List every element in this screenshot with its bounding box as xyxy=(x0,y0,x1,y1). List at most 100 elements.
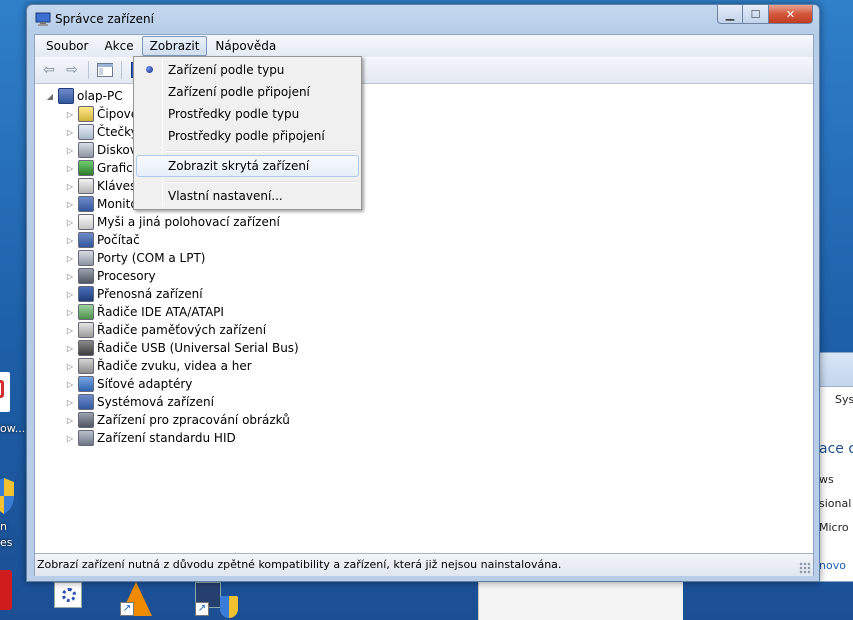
expand-triangle-icon[interactable]: ▷ xyxy=(65,164,75,173)
tree-item[interactable]: ▷ Kláves xyxy=(65,177,136,195)
tree-item-label: Zařízení standardu HID xyxy=(97,431,236,445)
expand-triangle-icon[interactable]: ▷ xyxy=(65,110,75,119)
network-adapter-icon xyxy=(78,376,94,392)
tree-item[interactable]: ▷ Řadiče IDE ATA/ATAPI xyxy=(65,303,224,321)
taskbar-icons: ↗ ↗ xyxy=(50,582,250,620)
view-menu-dropdown: Zařízení podle typu Zařízení podle připo… xyxy=(133,56,362,210)
forward-arrow-icon: ⇨ xyxy=(66,62,78,78)
uac-shield-icon xyxy=(220,596,238,618)
tree-item[interactable]: ▷ Čtečky xyxy=(65,123,138,141)
ide-controller-icon xyxy=(78,304,94,320)
usb-icon xyxy=(78,340,94,356)
expand-triangle-icon[interactable]: ▷ xyxy=(65,308,75,317)
tree-item[interactable]: ▷ Počítač xyxy=(65,231,140,249)
maximize-button[interactable]: ☐ xyxy=(743,5,769,24)
expand-triangle-icon[interactable]: ▷ xyxy=(65,272,75,281)
menu-item-devices-by-type[interactable]: Zařízení podle typu xyxy=(136,59,359,81)
menu-item-resources-by-connection[interactable]: Prostředky podle připojení xyxy=(136,125,359,147)
caption-buttons: ▁ ☐ ✕ xyxy=(717,5,813,24)
background-text-2: ace o xyxy=(819,441,853,457)
tree-item-label: Přenosná zařízení xyxy=(97,287,203,301)
hid-icon xyxy=(78,430,94,446)
device-manager-shortcut-icon[interactable] xyxy=(54,582,82,608)
tree-item[interactable]: ▷ Řadiče zvuku, videa a her xyxy=(65,357,252,375)
expand-triangle-icon[interactable]: ▷ xyxy=(65,218,75,227)
expand-triangle-icon[interactable]: ▷ xyxy=(65,434,75,443)
tree-item[interactable]: ▷ Monito xyxy=(65,195,138,213)
expand-triangle-icon[interactable]: ▷ xyxy=(65,380,75,389)
tree-item-label: Zařízení pro zpracování obrázků xyxy=(97,413,290,427)
menu-view[interactable]: Zobrazit xyxy=(141,36,208,56)
expand-triangle-icon[interactable]: ▷ xyxy=(65,128,75,137)
keyboard-icon xyxy=(78,178,94,194)
expand-triangle-icon[interactable]: ▷ xyxy=(65,236,75,245)
shield-desktop-icon[interactable] xyxy=(0,478,14,516)
expand-triangle-icon[interactable]: ▷ xyxy=(65,398,75,407)
expand-triangle-icon[interactable]: ▷ xyxy=(65,290,75,299)
tree-item[interactable]: ▷ Grafick xyxy=(65,159,140,177)
pdf-desktop-icon[interactable] xyxy=(0,372,10,412)
tree-item[interactable]: ▷ Síťové adaptéry xyxy=(65,375,192,393)
window-title: Správce zařízení xyxy=(55,12,154,26)
tree-item-label: Řadiče USB (Universal Serial Bus) xyxy=(97,341,299,355)
expand-triangle-icon[interactable]: ▷ xyxy=(65,146,75,155)
background-panel xyxy=(478,582,683,620)
expand-triangle-icon[interactable]: ▷ xyxy=(65,362,75,371)
menu-file[interactable]: Soubor xyxy=(38,36,96,56)
sound-icon xyxy=(78,358,94,374)
tree-item[interactable]: ▷ Myši a jiná polohovací zařízení xyxy=(65,213,280,231)
tree-item-label: Procesory xyxy=(97,269,156,283)
port-icon xyxy=(78,250,94,266)
tree-item[interactable]: ▷ Řadiče USB (Universal Serial Bus) xyxy=(65,339,299,357)
tree-item[interactable]: ▷ Zařízení pro zpracování obrázků xyxy=(65,411,290,429)
menu-item-label: Zařízení podle připojení xyxy=(168,85,310,99)
tree-root[interactable]: ◢ olap-PC xyxy=(45,87,123,105)
menu-item-show-hidden-devices[interactable]: Zobrazit skrytá zařízení xyxy=(136,155,359,177)
collapse-triangle-icon[interactable]: ◢ xyxy=(45,92,55,101)
close-button[interactable]: ✕ xyxy=(769,5,813,24)
app-desktop-icon[interactable] xyxy=(0,570,12,610)
back-button[interactable]: ⇦ xyxy=(39,60,59,80)
minimize-button[interactable]: ▁ xyxy=(717,5,743,24)
tree-item-label: Diskov xyxy=(97,143,137,157)
expand-triangle-icon[interactable]: ▷ xyxy=(65,326,75,335)
expand-triangle-icon[interactable]: ▷ xyxy=(65,182,75,191)
menu-item-customize[interactable]: Vlastní nastavení... xyxy=(136,185,359,207)
maximize-icon: ☐ xyxy=(750,7,761,21)
tree-item[interactable]: ▷ Porty (COM a LPT) xyxy=(65,249,205,267)
back-arrow-icon: ⇦ xyxy=(43,62,55,78)
tree-item-label: Čtečky xyxy=(97,125,138,139)
tree-item[interactable]: ▷ Systémová zařízení xyxy=(65,393,214,411)
forward-button[interactable]: ⇨ xyxy=(62,60,82,80)
tree-item[interactable]: ▷ Procesory xyxy=(65,267,156,285)
tree-item[interactable]: ▷ Řadiče paměťových zařízení xyxy=(65,321,266,339)
storage-controller-icon xyxy=(78,322,94,338)
tree-item[interactable]: ▷ Zařízení standardu HID xyxy=(65,429,236,447)
background-text-3: ws xyxy=(819,473,834,486)
mouse-icon xyxy=(78,214,94,230)
title-bar[interactable]: Správce zařízení ▁ ☐ ✕ xyxy=(27,5,819,33)
desktop-label-3: es xyxy=(0,536,13,549)
expand-triangle-icon[interactable]: ▷ xyxy=(65,344,75,353)
portable-device-icon xyxy=(78,286,94,302)
minimize-icon: ▁ xyxy=(725,7,735,21)
status-text: Zobrazí zařízení nutná z důvodu zpětné k… xyxy=(37,558,562,571)
menu-item-devices-by-connection[interactable]: Zařízení podle připojení xyxy=(136,81,359,103)
tree-item[interactable]: ▷ Čipové xyxy=(65,105,138,123)
menu-separator-2 xyxy=(166,181,357,183)
display-adapter-icon xyxy=(78,160,94,176)
menu-help[interactable]: Nápověda xyxy=(207,36,284,56)
tree-item[interactable]: ▷ Diskov xyxy=(65,141,137,159)
expand-triangle-icon[interactable]: ▷ xyxy=(65,416,75,425)
console-tree-icon xyxy=(97,63,113,77)
menu-action[interactable]: Akce xyxy=(96,36,141,56)
tree-item-label: Řadiče zvuku, videa a her xyxy=(97,359,252,373)
resize-grip-icon[interactable] xyxy=(799,562,811,574)
expand-triangle-icon[interactable]: ▷ xyxy=(65,254,75,263)
show-hide-console-tree-button[interactable] xyxy=(95,60,115,80)
menu-item-resources-by-type[interactable]: Prostředky podle typu xyxy=(136,103,359,125)
expand-triangle-icon[interactable]: ▷ xyxy=(65,200,75,209)
tree-item-label: Myši a jiná polohovací zařízení xyxy=(97,215,280,229)
imaging-device-icon xyxy=(78,412,94,428)
tree-item[interactable]: ▷ Přenosná zařízení xyxy=(65,285,203,303)
